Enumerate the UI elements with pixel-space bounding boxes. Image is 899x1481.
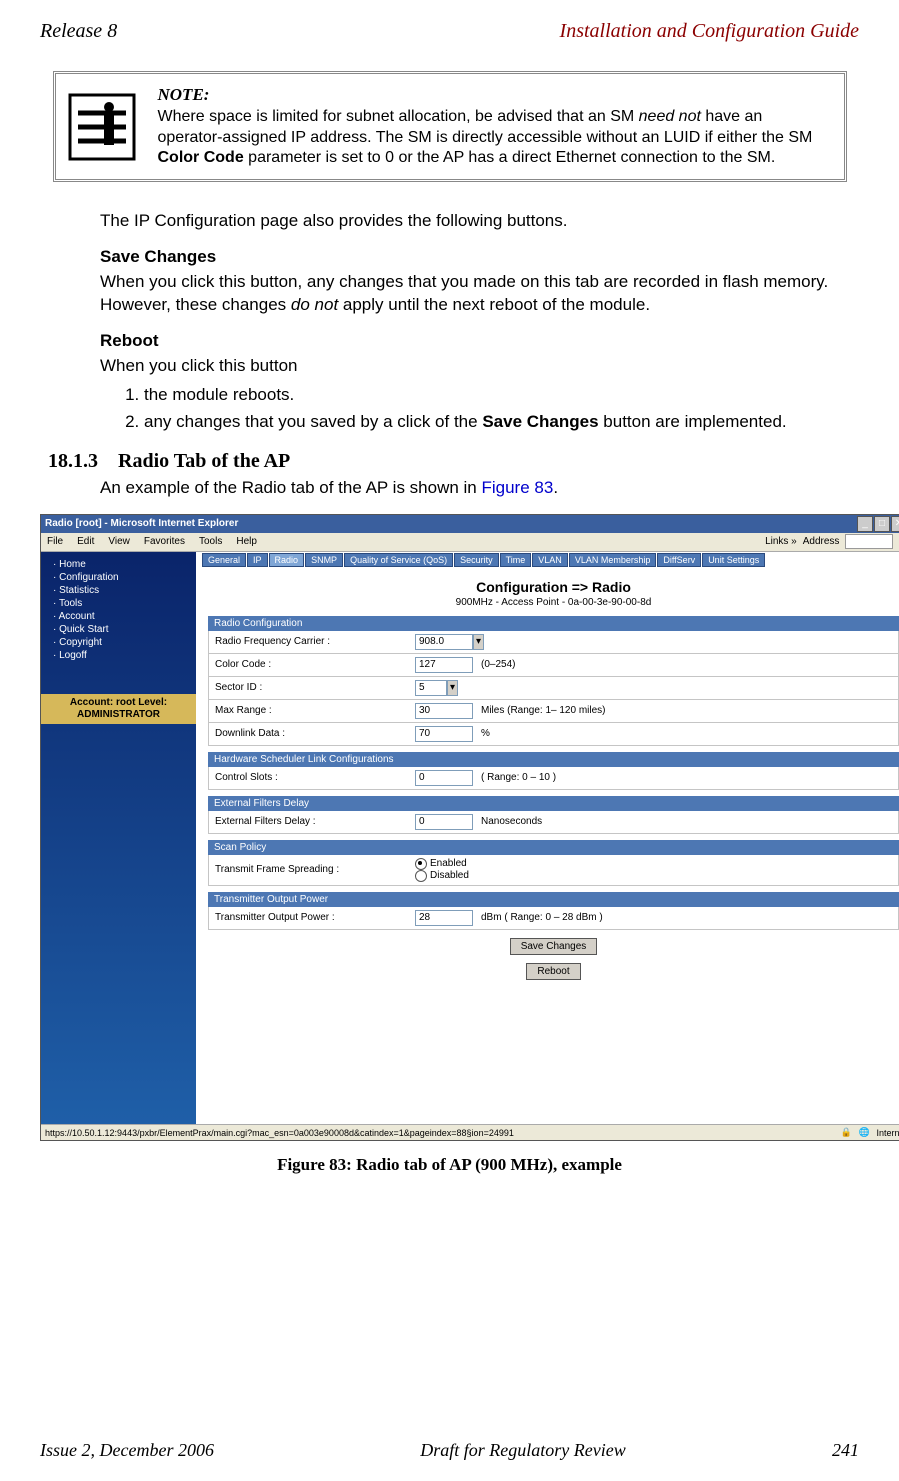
- list-item: the module reboots.: [144, 384, 799, 407]
- paragraph-reboot: When you click this button: [100, 355, 829, 378]
- tab-diffserv[interactable]: DiffServ: [657, 553, 701, 567]
- tab-general[interactable]: General: [202, 553, 246, 567]
- reboot-steps: the module reboots. any changes that you…: [120, 384, 799, 434]
- page-subtitle: 900MHz - Access Point - 0a-00-3e-90-00-8…: [196, 597, 899, 608]
- sidebar-account: Account: root Level: ADMINISTRATOR: [41, 694, 196, 724]
- sector-select[interactable]: 5: [415, 680, 447, 696]
- section-paragraph: An example of the Radio tab of the AP is…: [100, 477, 829, 500]
- section-header: Hardware Scheduler Link Configurations: [208, 752, 899, 767]
- section-header: Radio Configuration: [208, 616, 899, 631]
- sidebar-item[interactable]: · Logoff: [53, 649, 196, 662]
- figure-caption: Figure 83: Radio tab of AP (900 MHz), ex…: [40, 1155, 859, 1175]
- lock-icon: 🔒: [840, 1127, 852, 1139]
- embedded-screenshot: Radio [root] - Microsoft Internet Explor…: [40, 514, 899, 1141]
- list-item: any changes that you saved by a click of…: [144, 411, 799, 434]
- menu-item[interactable]: View: [108, 536, 130, 547]
- tab-qos[interactable]: Quality of Service (QoS): [344, 553, 453, 567]
- tab-security[interactable]: Security: [454, 553, 499, 567]
- note-icon: [64, 89, 140, 165]
- doc-release: Release 8: [40, 20, 117, 43]
- save-changes-button[interactable]: Save Changes: [510, 938, 598, 955]
- sidebar-item[interactable]: · Home: [53, 558, 196, 571]
- menu-bar: File Edit View Favorites Tools Help Link…: [41, 533, 899, 552]
- filters-delay-input[interactable]: 0: [415, 814, 473, 830]
- tab-unit-settings[interactable]: Unit Settings: [702, 553, 765, 567]
- sidebar-item[interactable]: · Account: [53, 610, 196, 623]
- menu-item[interactable]: Help: [236, 536, 257, 547]
- color-code-input[interactable]: 127: [415, 657, 473, 673]
- menu-item[interactable]: Edit: [77, 536, 94, 547]
- sidebar-item[interactable]: · Configuration: [53, 571, 196, 584]
- menu-item[interactable]: File: [47, 536, 63, 547]
- max-range-input[interactable]: 30: [415, 703, 473, 719]
- menu-item[interactable]: Favorites: [144, 536, 185, 547]
- section-heading: 18.1.3 Radio Tab of the AP: [48, 450, 859, 473]
- paragraph-save-changes: When you click this button, any changes …: [100, 271, 829, 317]
- radio-enabled[interactable]: [415, 858, 427, 870]
- sidebar-item[interactable]: · Statistics: [53, 584, 196, 597]
- globe-icon: 🌐: [858, 1127, 870, 1139]
- doc-guide: Installation and Configuration Guide: [560, 20, 859, 43]
- main-content: General IP Radio SNMP Quality of Service…: [196, 552, 899, 1124]
- freq-select[interactable]: 908.0: [415, 634, 473, 650]
- footer-issue: Issue 2, December 2006: [40, 1440, 214, 1461]
- zone-label: Internet: [876, 1128, 899, 1138]
- address-label: Address: [803, 536, 840, 547]
- sidebar-item[interactable]: · Copyright: [53, 636, 196, 649]
- figure-link[interactable]: Figure 83: [481, 478, 553, 497]
- status-bar: https://10.50.1.12:9443/pxbr/ElementPrax…: [41, 1124, 899, 1141]
- page-title: Configuration => Radio: [196, 579, 899, 595]
- minimize-icon[interactable]: _: [857, 516, 873, 532]
- note-text: NOTE: Where space is limited for subnet …: [158, 84, 832, 169]
- close-icon[interactable]: ✕: [891, 516, 899, 532]
- tab-snmp[interactable]: SNMP: [305, 553, 343, 567]
- chevron-down-icon[interactable]: ▾: [473, 634, 484, 650]
- downlink-input[interactable]: 70: [415, 726, 473, 742]
- status-url: https://10.50.1.12:9443/pxbr/ElementPrax…: [45, 1128, 514, 1138]
- tab-vlan[interactable]: VLAN: [532, 553, 568, 567]
- sidebar-item[interactable]: · Quick Start: [53, 623, 196, 636]
- reboot-button[interactable]: Reboot: [526, 963, 580, 980]
- heading-save-changes: Save Changes: [100, 247, 829, 267]
- sidebar: · Home · Configuration · Statistics · To…: [41, 552, 196, 1124]
- section-header: Scan Policy: [208, 840, 899, 855]
- tab-time[interactable]: Time: [500, 553, 532, 567]
- address-input[interactable]: [845, 534, 893, 549]
- control-slots-input[interactable]: 0: [415, 770, 473, 786]
- heading-reboot: Reboot: [100, 331, 829, 351]
- section-header: External Filters Delay: [208, 796, 899, 811]
- tab-vlan-membership[interactable]: VLAN Membership: [569, 553, 657, 567]
- note-container: NOTE: Where space is limited for subnet …: [53, 71, 847, 182]
- radio-disabled[interactable]: [415, 870, 427, 882]
- footer-page: 241: [832, 1440, 859, 1461]
- sidebar-item[interactable]: · Tools: [53, 597, 196, 610]
- links-label: Links »: [765, 536, 797, 547]
- tab-ip[interactable]: IP: [247, 553, 268, 567]
- tab-strip: General IP Radio SNMP Quality of Service…: [196, 552, 899, 569]
- paragraph-ipconfig: The IP Configuration page also provides …: [100, 210, 829, 233]
- menu-item[interactable]: Tools: [199, 536, 222, 547]
- window-titlebar: Radio [root] - Microsoft Internet Explor…: [41, 515, 899, 533]
- tab-radio[interactable]: Radio: [269, 553, 305, 567]
- tx-power-input[interactable]: 28: [415, 910, 473, 926]
- footer-draft: Draft for Regulatory Review: [420, 1440, 625, 1461]
- chevron-down-icon[interactable]: ▾: [447, 680, 458, 696]
- section-header: Transmitter Output Power: [208, 892, 899, 907]
- maximize-icon[interactable]: □: [874, 516, 890, 532]
